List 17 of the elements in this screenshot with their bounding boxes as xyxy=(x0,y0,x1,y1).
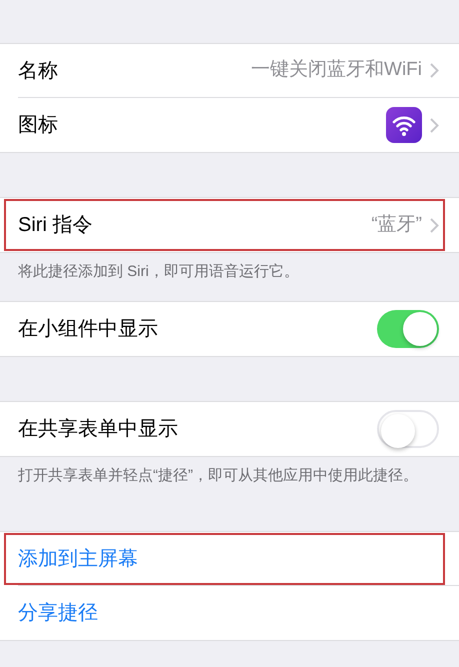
row-label: 名称 xyxy=(18,58,58,84)
row-value: “蓝牙” xyxy=(371,212,422,237)
wifi-app-icon xyxy=(386,107,422,143)
chevron-icon xyxy=(430,218,439,232)
action-link[interactable]: 添加到主屏幕 xyxy=(18,544,138,574)
action-link[interactable]: 分享捷径 xyxy=(18,598,98,628)
row-label: 在小组件中显示 xyxy=(18,317,158,342)
row-label: 图标 xyxy=(18,113,58,138)
row-label: Siri 指令 xyxy=(18,213,92,238)
chevron-icon xyxy=(430,118,439,132)
toggle-switch[interactable] xyxy=(377,310,439,348)
row-value: 一键关闭蓝牙和WiFi xyxy=(251,58,422,82)
row-label: 在共享表单中显示 xyxy=(18,417,178,442)
section-footer: 打开共享表单并轻点“捷径”，即可从其他应用中使用此捷径。 xyxy=(0,457,459,487)
chevron-icon xyxy=(430,63,439,78)
section-footer: 将此捷径添加到 Siri，即可用语音运行它。 xyxy=(0,253,459,283)
toggle-switch[interactable] xyxy=(377,410,439,448)
